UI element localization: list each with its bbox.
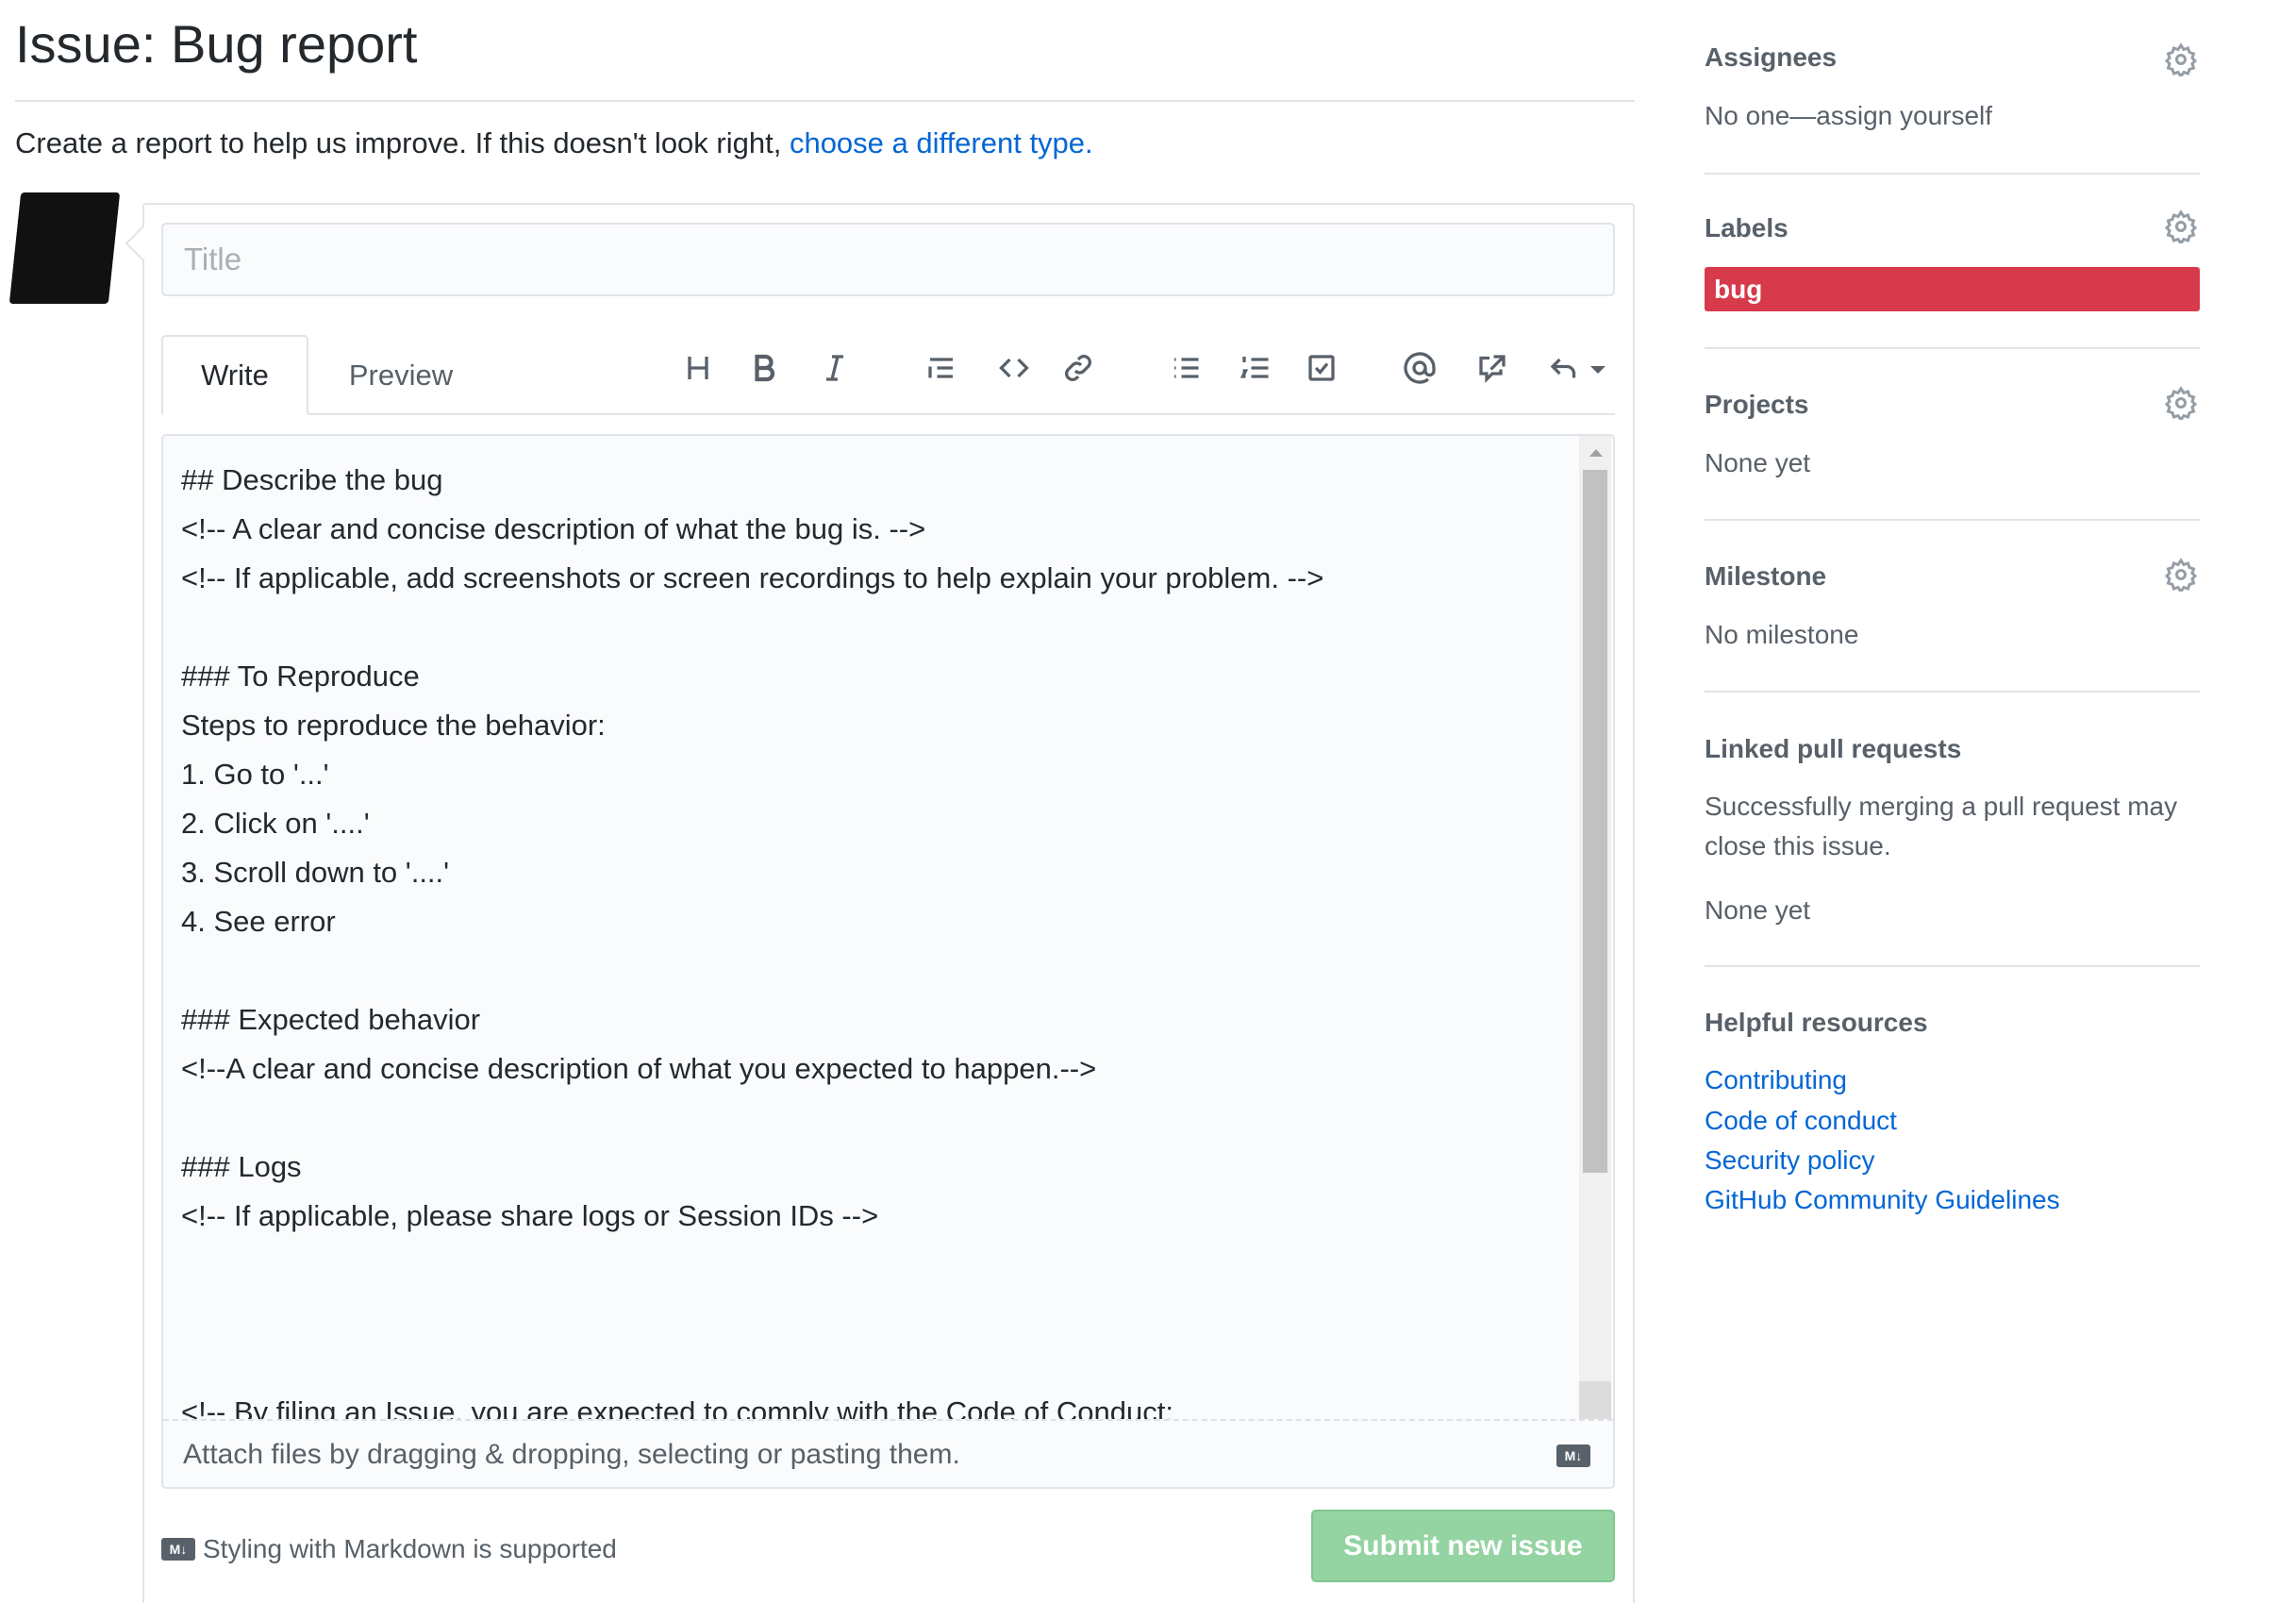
markdown-note-text[interactable]: Styling with Markdown is supported xyxy=(203,1534,617,1564)
quote-icon[interactable] xyxy=(918,344,965,392)
attach-text: Attach files by dragging & dropping, sel… xyxy=(183,1439,960,1470)
tab-preview[interactable]: Preview xyxy=(321,335,481,415)
title-input[interactable] xyxy=(161,223,1615,296)
template-description: Create a report to help us improve. If t… xyxy=(15,126,1093,160)
attach-files-area[interactable]: Attach files by dragging & dropping, sel… xyxy=(163,1419,1613,1487)
task-list-icon[interactable] xyxy=(1298,344,1345,392)
security-policy-link[interactable]: Security policy xyxy=(1705,1145,1875,1176)
assignees-value[interactable]: No one—assign yourself xyxy=(1705,101,1992,131)
projects-value: None yet xyxy=(1705,448,1811,477)
community-guidelines-link[interactable]: GitHub Community Guidelines xyxy=(1705,1185,2060,1215)
gear-icon[interactable] xyxy=(2164,558,2198,594)
linked-prs-value: None yet xyxy=(1705,895,1811,925)
numbered-list-icon[interactable] xyxy=(1232,344,1279,392)
resize-handle[interactable] xyxy=(1579,1381,1611,1419)
gear-icon[interactable] xyxy=(2164,386,2198,423)
gear-icon[interactable] xyxy=(2164,42,2198,79)
linked-prs-note: Successfully merging a pull request may xyxy=(1705,792,2178,821)
markdown-icon: M↓ xyxy=(1556,1444,1590,1467)
helpful-resources-heading: Helpful resources xyxy=(1705,1008,1928,1037)
description-text: Create a report to help us improve. If t… xyxy=(15,126,790,159)
assignees-heading[interactable]: Assignees xyxy=(1705,42,1837,73)
markdown-note: M↓ Styling with Markdown is supported xyxy=(161,1534,617,1564)
milestone-value: No milestone xyxy=(1705,620,1859,649)
markdown-icon: M↓ xyxy=(161,1538,195,1561)
divider xyxy=(1705,965,2200,967)
heading-icon[interactable] xyxy=(674,344,722,392)
submit-new-issue-button[interactable]: Submit new issue xyxy=(1311,1510,1615,1582)
tab-write[interactable]: Write xyxy=(161,335,308,415)
page-title: Issue: Bug report xyxy=(15,14,418,74)
divider xyxy=(1705,347,2200,349)
choose-different-type-link[interactable]: choose a different type. xyxy=(790,126,1093,159)
divider xyxy=(15,100,1635,102)
bold-icon[interactable] xyxy=(740,344,788,392)
linked-prs-note: close this issue. xyxy=(1705,831,1891,860)
reference-icon[interactable] xyxy=(1469,344,1516,392)
contributing-link[interactable]: Contributing xyxy=(1705,1065,1847,1095)
code-icon[interactable] xyxy=(990,344,1038,392)
divider xyxy=(1705,691,2200,693)
projects-heading[interactable]: Projects xyxy=(1705,390,1809,420)
scrollbar-thumb[interactable] xyxy=(1583,470,1607,1173)
gear-icon[interactable] xyxy=(2164,209,2198,246)
scroll-up-arrow[interactable] xyxy=(1589,449,1603,457)
bulleted-list-icon[interactable] xyxy=(1162,344,1209,392)
divider xyxy=(1705,519,2200,521)
linked-prs-heading: Linked pull requests xyxy=(1705,734,1962,763)
body-editor[interactable]: ## Describe the bug <!-- A clear and con… xyxy=(161,434,1615,1489)
label-bug[interactable]: bug xyxy=(1705,267,2200,311)
avatar xyxy=(8,192,121,304)
code-of-conduct-link[interactable]: Code of conduct xyxy=(1705,1106,1897,1136)
chevron-down-icon[interactable] xyxy=(1590,366,1606,374)
mention-icon[interactable] xyxy=(1396,344,1443,392)
body-textarea[interactable]: ## Describe the bug <!-- A clear and con… xyxy=(181,456,1556,1421)
divider xyxy=(1705,173,2200,175)
link-icon[interactable] xyxy=(1055,344,1102,392)
milestone-heading[interactable]: Milestone xyxy=(1705,561,1826,592)
scrollbar[interactable] xyxy=(1579,436,1611,1419)
labels-heading[interactable]: Labels xyxy=(1705,213,1789,243)
reply-icon[interactable] xyxy=(1540,344,1588,392)
italic-icon[interactable] xyxy=(811,344,858,392)
